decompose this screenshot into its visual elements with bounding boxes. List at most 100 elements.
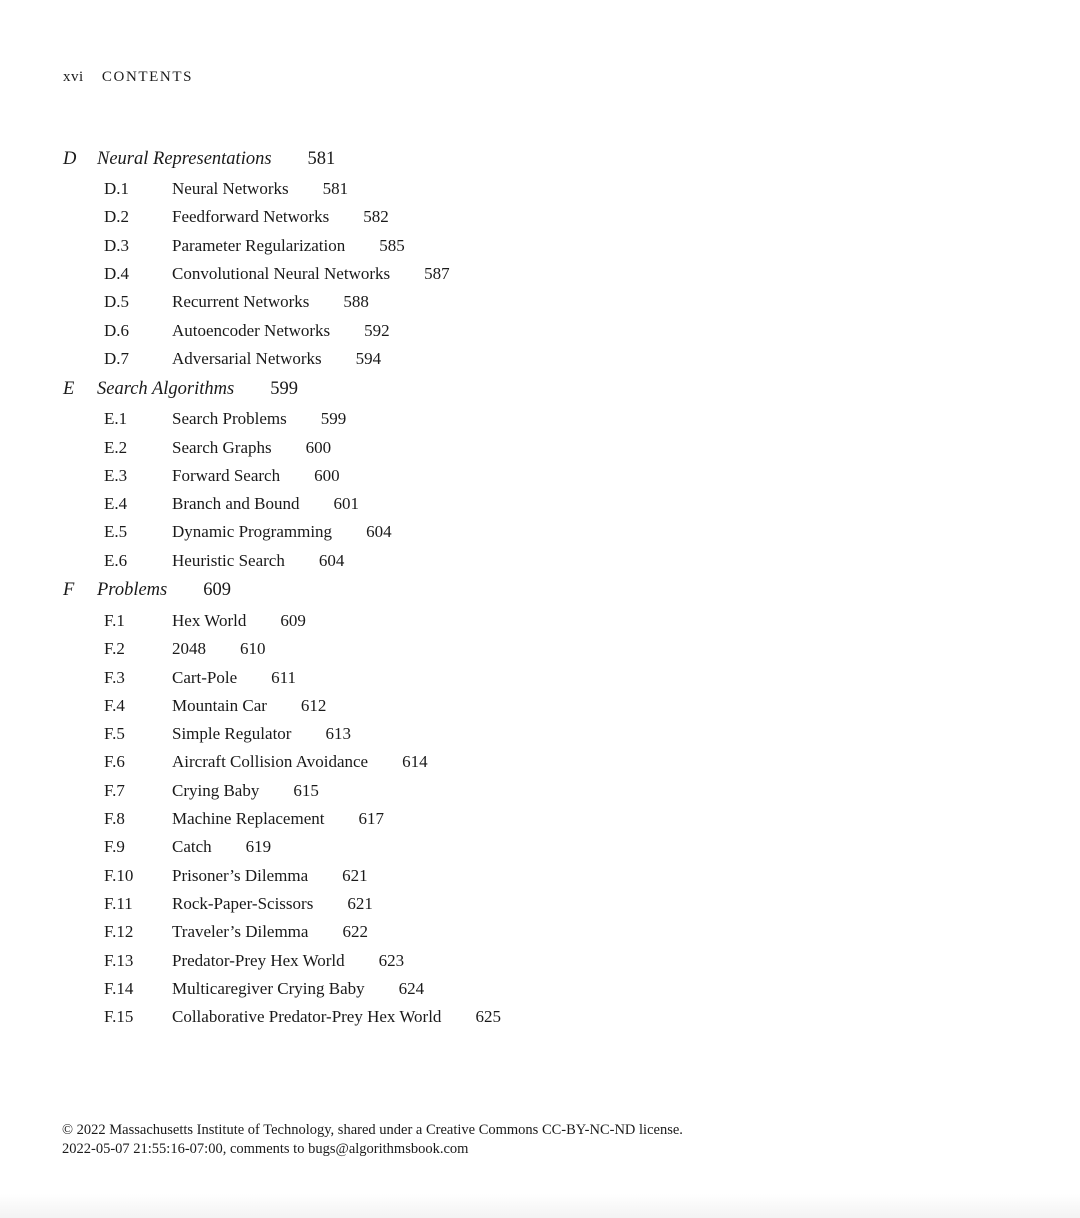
toc-section[interactable]: F.4 Mountain Car 612 [63, 692, 501, 720]
section-number: F.2 [104, 639, 125, 659]
toc-section[interactable]: F.11 Rock-Paper-Scissors 621 [63, 890, 501, 918]
section-title[interactable]: Prisoner’s Dilemma [172, 866, 308, 886]
toc-section[interactable]: F.13 Predator-Prey Hex World 623 [63, 946, 501, 974]
section-title[interactable]: Predator-Prey Hex World [172, 951, 345, 971]
toc-section[interactable]: E.5 Dynamic Programming 604 [63, 518, 501, 546]
section-page[interactable]: 604 [366, 522, 392, 542]
section-page[interactable]: 610 [240, 639, 266, 659]
chapter-page[interactable]: 581 [308, 149, 336, 170]
section-title[interactable]: Multicaregiver Crying Baby [172, 979, 365, 999]
toc-section[interactable]: D.2 Feedforward Networks 582 [63, 203, 501, 231]
section-page[interactable]: 587 [424, 264, 450, 284]
section-page[interactable]: 585 [379, 236, 405, 256]
toc-section[interactable]: F.6 Aircraft Collision Avoidance 614 [63, 748, 501, 776]
section-page[interactable]: 614 [402, 752, 428, 772]
section-title[interactable]: Autoencoder Networks [172, 321, 330, 341]
section-page[interactable]: 582 [363, 207, 389, 227]
section-title[interactable]: Search Graphs [172, 438, 272, 458]
section-page[interactable]: 617 [358, 809, 384, 829]
chapter-title[interactable]: Search Algorithms [97, 379, 234, 400]
section-page[interactable]: 623 [379, 951, 405, 971]
toc-section[interactable]: E.4 Branch and Bound 601 [63, 490, 501, 518]
section-page[interactable]: 588 [343, 292, 369, 312]
section-page[interactable]: 594 [356, 349, 382, 369]
chapter-letter: D [63, 148, 77, 169]
section-title[interactable]: Convolutional Neural Networks [172, 264, 390, 284]
toc-section[interactable]: F.3 Cart-Pole 611 [63, 663, 501, 691]
section-number: E.3 [104, 465, 128, 485]
section-page[interactable]: 600 [314, 466, 340, 486]
toc-section[interactable]: F.5 Simple Regulator 613 [63, 720, 501, 748]
section-title[interactable]: Rock-Paper-Scissors [172, 894, 313, 914]
section-page[interactable]: 621 [347, 894, 373, 914]
toc-section[interactable]: E.6 Heuristic Search 604 [63, 547, 501, 575]
section-page[interactable]: 612 [301, 696, 327, 716]
section-title[interactable]: Mountain Car [172, 696, 267, 716]
toc-section[interactable]: F.8 Machine Replacement 617 [63, 805, 501, 833]
section-title[interactable]: 2048 [172, 639, 206, 659]
section-title[interactable]: Aircraft Collision Avoidance [172, 752, 368, 772]
section-title[interactable]: Cart-Pole [172, 668, 237, 688]
toc-section[interactable]: F.14 Multicaregiver Crying Baby 624 [63, 975, 501, 1003]
section-page[interactable]: 621 [342, 866, 368, 886]
toc-section[interactable]: F.12 Traveler’s Dilemma 622 [63, 918, 501, 946]
section-page[interactable]: 622 [342, 922, 368, 942]
section-page[interactable]: 592 [364, 321, 390, 341]
chapter-page[interactable]: 609 [203, 580, 231, 601]
section-title[interactable]: Feedforward Networks [172, 207, 329, 227]
section-page[interactable]: 625 [475, 1007, 501, 1027]
toc-section[interactable]: D.5 Recurrent Networks 588 [63, 288, 501, 316]
section-page[interactable]: 604 [319, 551, 345, 571]
section-title[interactable]: Hex World [172, 611, 246, 631]
toc-section[interactable]: F.15 Collaborative Predator-Prey Hex Worl… [63, 1003, 501, 1031]
section-number: F.13 [104, 950, 134, 970]
toc-chapter[interactable]: F Problems 609 [63, 575, 501, 607]
section-page[interactable]: 619 [246, 837, 272, 857]
section-title[interactable]: Crying Baby [172, 781, 259, 801]
toc-section[interactable]: D.6 Autoencoder Networks 592 [63, 316, 501, 344]
toc-section[interactable]: F.1 Hex World 609 [63, 607, 501, 635]
section-page[interactable]: 615 [293, 781, 319, 801]
section-page[interactable]: 600 [306, 438, 332, 458]
chapter-title[interactable]: Problems [97, 580, 167, 601]
section-page[interactable]: 613 [325, 724, 351, 744]
chapter-title[interactable]: Neural Representations [97, 149, 272, 170]
section-title[interactable]: Adversarial Networks [172, 349, 322, 369]
toc-section[interactable]: F.7 Crying Baby 615 [63, 777, 501, 805]
toc-section[interactable]: F.2 2048 610 [63, 635, 501, 663]
toc-chapter[interactable]: E Search Algorithms 599 [63, 373, 501, 405]
toc-section[interactable]: E.1 Search Problems 599 [63, 405, 501, 433]
toc-section[interactable]: D.3 Parameter Regularization 585 [63, 232, 501, 260]
section-title[interactable]: Collaborative Predator-Prey Hex World [172, 1007, 441, 1027]
section-number: D.7 [104, 348, 130, 368]
build-info: 2022-05-07 21:55:16-07:00, comments to b… [62, 1141, 469, 1157]
toc-section[interactable]: E.3 Forward Search 600 [63, 462, 501, 490]
toc-section[interactable]: F.9 Catch 619 [63, 833, 501, 861]
toc-section[interactable]: F.10 Prisoner’s Dilemma 621 [63, 862, 501, 890]
section-title[interactable]: Parameter Regularization [172, 236, 345, 256]
chapter-page[interactable]: 599 [270, 379, 298, 400]
section-page[interactable]: 601 [333, 494, 359, 514]
section-title[interactable]: Simple Regulator [172, 724, 291, 744]
toc-chapter[interactable]: D Neural Representations 581 [63, 143, 501, 175]
section-title[interactable]: Traveler’s Dilemma [172, 922, 308, 942]
section-title[interactable]: Catch [172, 837, 212, 857]
section-page[interactable]: 624 [399, 979, 425, 999]
section-title[interactable]: Neural Networks [172, 179, 289, 199]
section-number: F.15 [104, 1007, 134, 1027]
section-title[interactable]: Forward Search [172, 466, 280, 486]
section-title[interactable]: Heuristic Search [172, 551, 285, 571]
section-title[interactable]: Recurrent Networks [172, 292, 309, 312]
toc-section[interactable]: E.2 Search Graphs 600 [63, 433, 501, 461]
section-title[interactable]: Search Problems [172, 409, 287, 429]
toc-section[interactable]: D.1 Neural Networks 581 [63, 175, 501, 203]
section-title[interactable]: Dynamic Programming [172, 522, 332, 542]
toc-section[interactable]: D.7 Adversarial Networks 594 [63, 345, 501, 373]
section-page[interactable]: 609 [280, 611, 306, 631]
section-page[interactable]: 611 [271, 668, 296, 688]
toc-section[interactable]: D.4 Convolutional Neural Networks 587 [63, 260, 501, 288]
section-page[interactable]: 599 [321, 409, 347, 429]
section-title[interactable]: Machine Replacement [172, 809, 324, 829]
section-title[interactable]: Branch and Bound [172, 494, 299, 514]
section-page[interactable]: 581 [323, 179, 349, 199]
